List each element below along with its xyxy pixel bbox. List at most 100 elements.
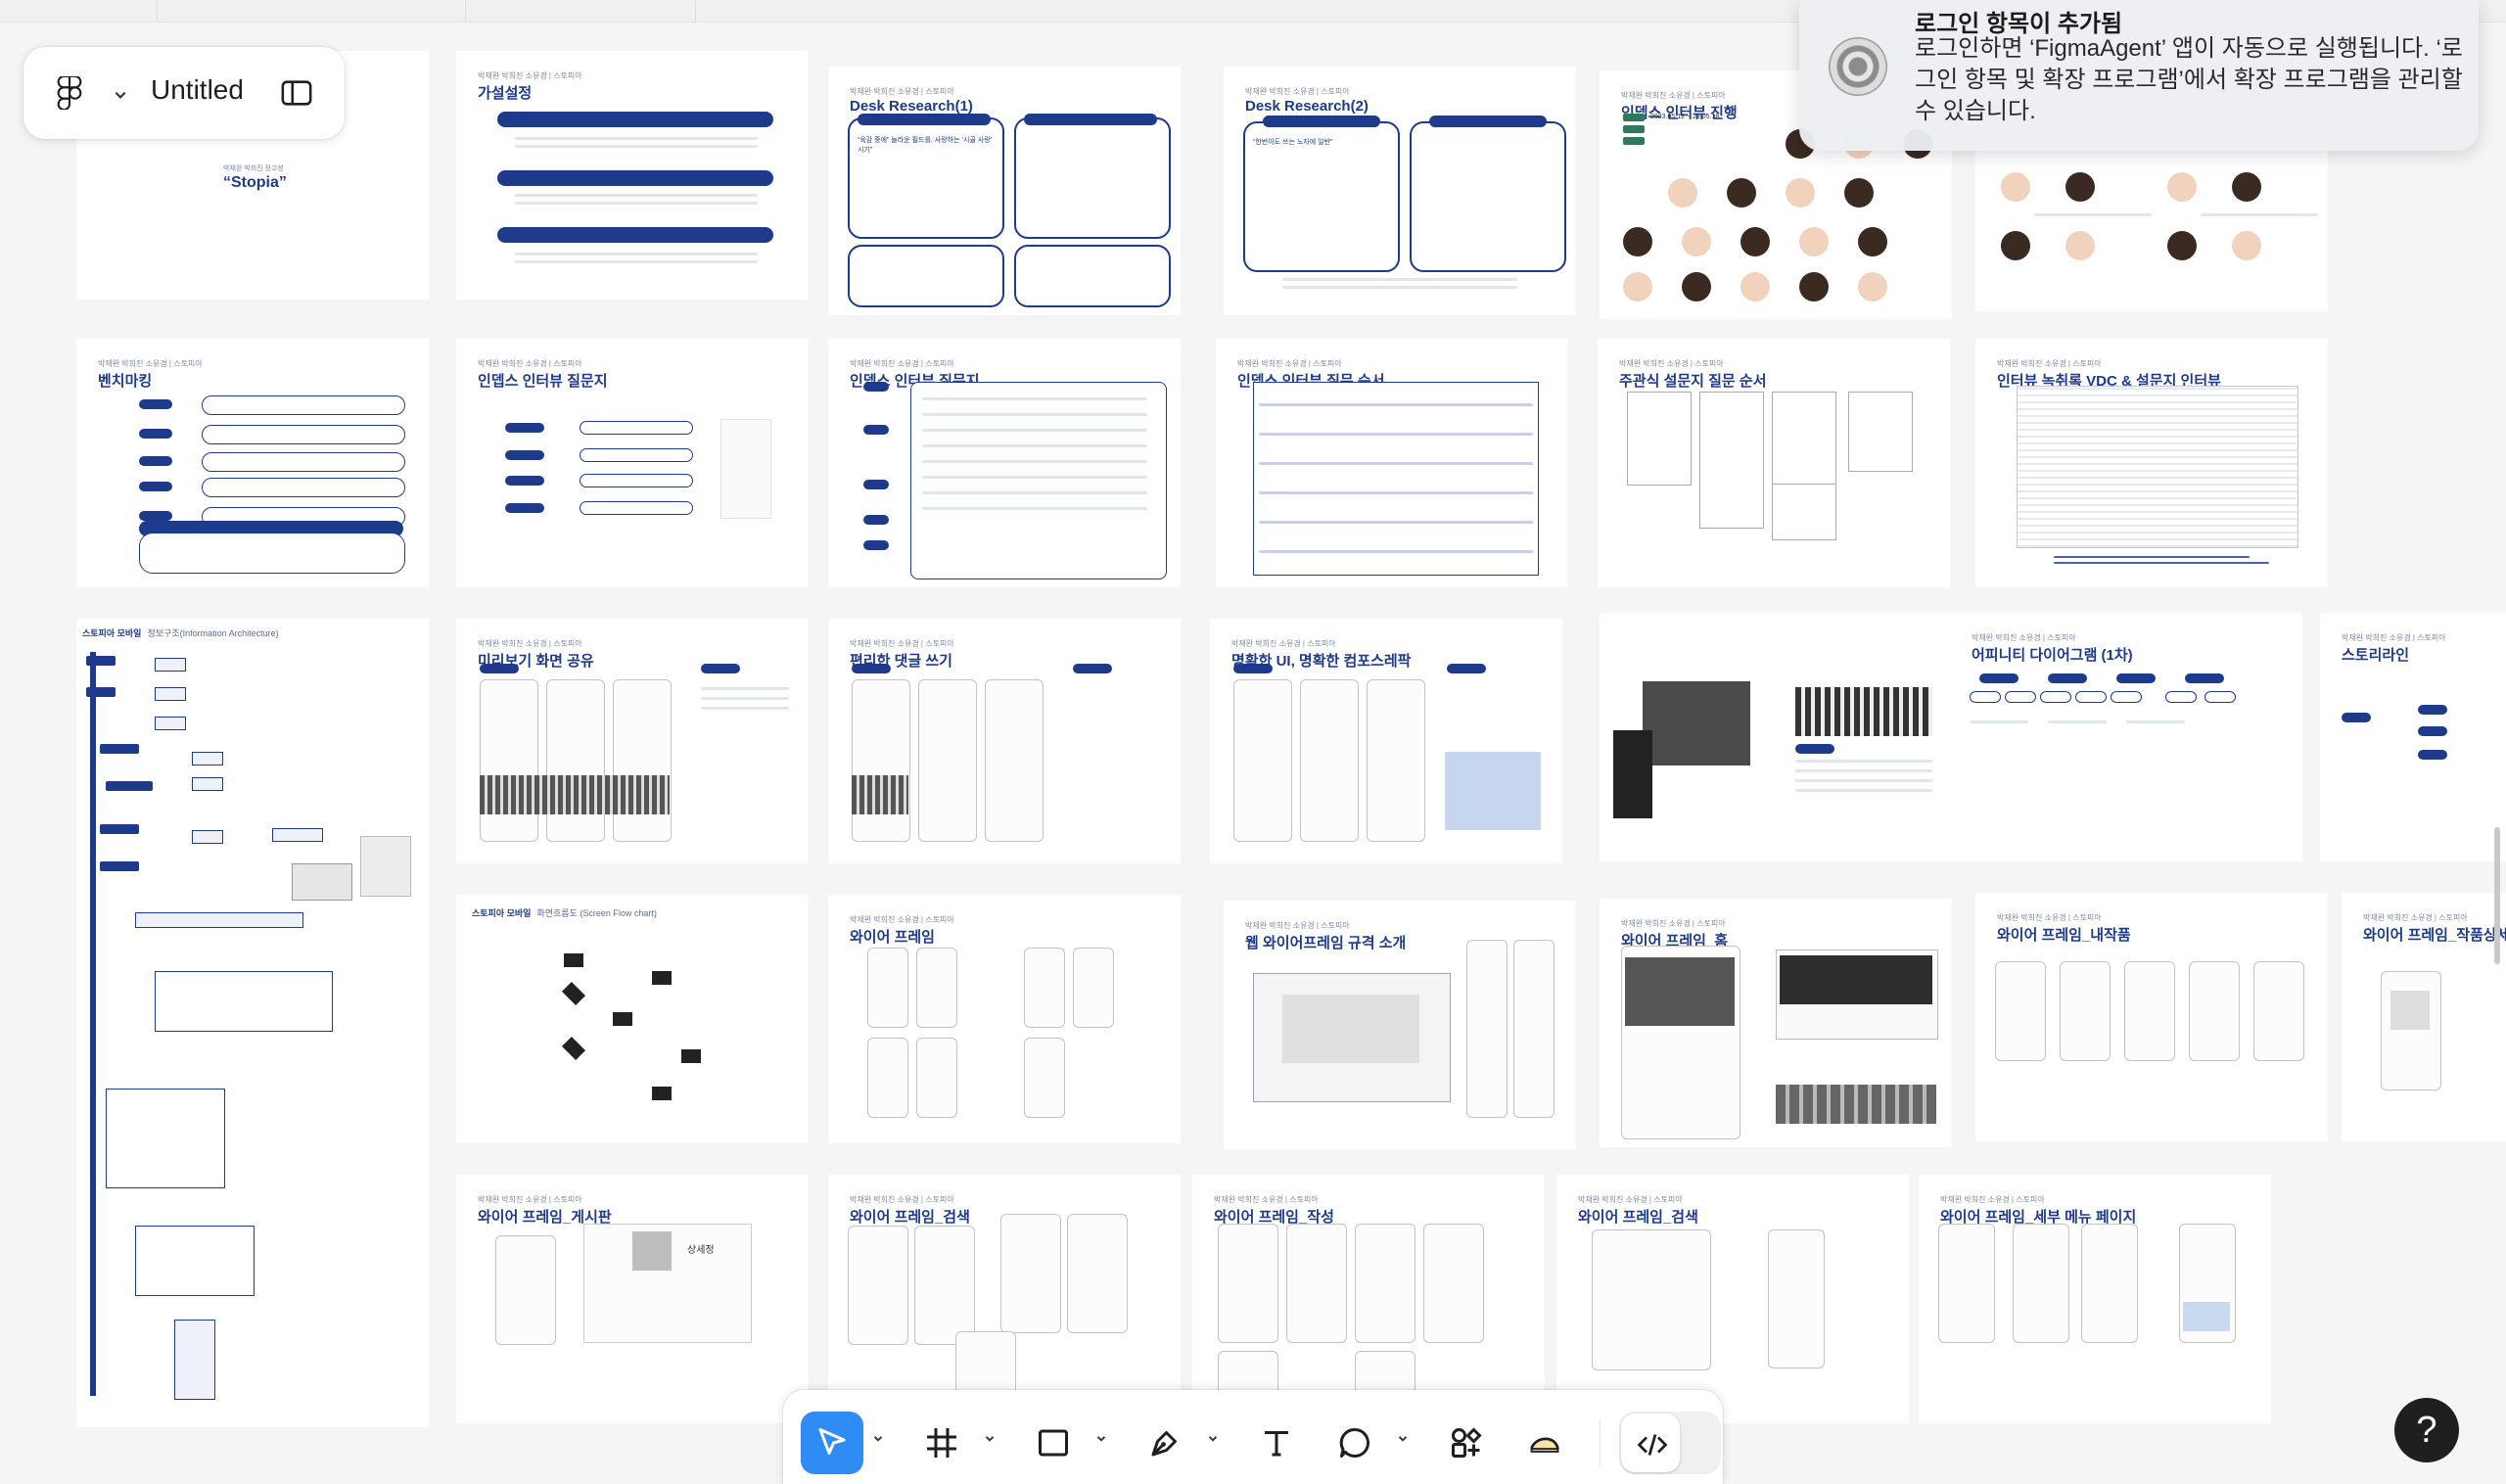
figma-logo-icon[interactable] <box>53 76 86 110</box>
slide-breadcrumb: 박재완 박희진 소유경 | 스토피아 <box>478 639 582 648</box>
slide-breadcrumb: 박재완 박희진 소유경 | 스토피아 <box>850 1195 954 1204</box>
slide-affinity-diagram[interactable]: 박재완 박희진 소유경 | 스토피아 어피니티 다이어그램 (1차) <box>1950 613 2302 861</box>
slide-title: 벤치마킹 <box>98 373 153 390</box>
chevron-down-icon[interactable] <box>983 1431 997 1445</box>
slide-breadcrumb: 박재완 박희진 소유경 | 스토피아 <box>850 359 954 368</box>
slide-clear-ui[interactable]: 박재완 박희진 소유경 | 스토피아 명확한 UI, 명확한 컴포스레팍 <box>1210 619 1562 863</box>
slide-wireframe-write[interactable]: 박재완 박희진 소유경 | 스토피아 와이어 프레임_작성 <box>1192 1175 1545 1423</box>
slide-wireframe-search[interactable]: 박재완 박희진 소유경 | 스토피아 와이어 프레임_검색 <box>828 1175 1181 1423</box>
slide-wireframe-home[interactable]: 박재완 박희진 소유경 | 스토피아 와이어 프레임_홈 <box>1600 899 1952 1147</box>
slide-breadcrumb: 박재완 박희진 소유경 | 스토피아 <box>1621 919 1726 928</box>
slide-wireframe-my-works[interactable]: 박재완 박희진 소유경 | 스토피아 와이어 프레임_내작품 <box>1975 893 2328 1141</box>
detail-label: 상세정 <box>687 1245 715 1256</box>
slide-title: Desk Research(1) <box>850 98 973 115</box>
slide-breadcrumb: 박재완 박희진 소유경 | 스토피아 <box>1997 913 2102 922</box>
slide-title: 와이어 프레임_검색 <box>850 1209 970 1226</box>
code-brackets-icon <box>1637 1434 1668 1456</box>
dev-mode-toggle[interactable] <box>1619 1412 1721 1474</box>
slide-title: 와이어 프레임_검색 <box>1578 1209 1698 1226</box>
slide-interview-vdc[interactable]: 박재완 박희진 소유경 | 스토피아 인터뷰 녹취록 VDC & 설문지 인터뷰 <box>1975 339 2328 587</box>
interview-date: 2023.05.12 ~ 23.05.18 <box>1650 114 1720 120</box>
quote-text: “육감 중에” 놀라운 필드를, 사랑하는 ‘시골 사랑’ 시기” <box>858 137 993 154</box>
slide-interview-questions-1[interactable]: 박재완 박희진 소유경 | 스토피아 인뎁스 인터뷰 질문지 <box>456 339 809 587</box>
slide-breadcrumb: 박재완 박희진 소유경 | 스토피아 <box>2342 633 2446 642</box>
draw-brush-icon <box>1530 1437 1559 1453</box>
chevron-down-icon[interactable] <box>114 88 127 102</box>
chevron-down-icon[interactable] <box>1396 1431 1410 1445</box>
slide-breadcrumb: 박재완 박희진 소유경 | 스토피아 <box>1621 91 1726 100</box>
slide-web-wireframe-spec[interactable]: 박재완 박희진 소유경 | 스토피아 웹 와이어프레임 규격 소개 <box>1224 901 1576 1149</box>
slide-breadcrumb: 박재완 박희진 소유경 | 스토피아 <box>850 87 954 96</box>
actions-tool-button[interactable] <box>1435 1412 1498 1474</box>
slide-breadcrumb: 박재완 박희진 소유경 | 스토피아 <box>850 639 954 648</box>
cursor-arrow-icon <box>818 1428 846 1455</box>
slide-title: 와이어 프레임 <box>850 929 935 946</box>
frame-tool-button[interactable] <box>910 1412 973 1474</box>
chevron-down-icon[interactable] <box>871 1431 885 1445</box>
notification-body: 로그인하면 ‘FigmaAgent’ 앱이 자동으로 실행됩니다. ‘로그인 항… <box>1915 35 2463 124</box>
slide-breadcrumb: 박재완 박희진 소유경 | 스토피아 <box>478 1195 582 1204</box>
slide-wireframe-board[interactable]: 박재완 박희진 소유경 | 스토피아 와이어 프레임_게시판 상세정 <box>456 1175 809 1423</box>
figma-canvas[interactable]: 박재완 박희진 정고성 “Stopia” 박재완 박희진 소유경 | 스토피아 … <box>0 0 2506 1484</box>
slide-breadcrumb: 박재완 박희진 소유경 | 스토피아 <box>1245 921 1350 930</box>
slide-title: 주관식 설문지 질문 순서 <box>1619 373 1767 390</box>
slide-wireframe-detail[interactable]: 박재완 박희진 소유경 | 스토피아 와이어 프레임_작품상세 <box>2342 893 2506 1141</box>
file-menu-pill[interactable]: Untitled <box>23 47 345 139</box>
dev-mode-knob <box>1621 1414 1680 1472</box>
toolbar-divider <box>1600 1419 1601 1466</box>
slide-title: 어피니티 다이어그램 (1차) <box>1972 647 2133 664</box>
chevron-down-icon[interactable] <box>1206 1431 1220 1445</box>
slide-title: 와이어 프레임_작품상세 <box>2363 927 2506 944</box>
system-notification[interactable]: 로그인 항목이 추가됨 로그인하면 ‘FigmaAgent’ 앱이 자동으로 실… <box>1799 0 2479 151</box>
cover-title: “Stopia” <box>223 174 287 191</box>
move-tool-button[interactable] <box>801 1412 863 1474</box>
comment-bubble-icon <box>1339 1427 1370 1458</box>
rectangle-tool-button[interactable] <box>1022 1412 1085 1474</box>
help-button[interactable]: ? <box>2394 1398 2459 1462</box>
slide-desk-research-1[interactable]: 박재완 박희진 소유경 | 스토피아 Desk Research(1) “육감 … <box>828 67 1181 315</box>
slide-breadcrumb: 박재완 박희진 소유경 | 스토피아 <box>1997 359 2102 368</box>
slide-breadcrumb: 박재완 박희진 소유경 | 스토피아 <box>1972 633 2076 642</box>
draw-tool-button[interactable] <box>1513 1412 1576 1474</box>
slide-wireframe-search-2[interactable]: 박재완 박희진 소유경 | 스토피아 와이어 프레임_검색 <box>1556 1175 1909 1423</box>
slide-preview-share[interactable]: 박재완 박희진 소유경 | 스토피아 미리보기 화면 공유 <box>456 619 809 863</box>
slide-hypothesis[interactable]: 박재완 박희진 소유경 | 스토피아 가설설정 <box>456 51 809 300</box>
slide-benchmarking[interactable]: 박재완 박희진 소유경 | 스토피아 벤치마킹 <box>76 339 429 587</box>
slide-breadcrumb: 박재완 박희진 소유경 | 스토피아 <box>1214 1195 1319 1204</box>
pen-tool-button[interactable] <box>1134 1412 1196 1474</box>
file-name[interactable]: Untitled <box>151 74 244 106</box>
slide-storyline[interactable]: 박재완 박희진 소유경 | 스토피아 스토리라인 <box>2320 613 2506 861</box>
slide-survey-order[interactable]: 박재완 박희진 소유경 | 스토피아 주관식 설문지 질문 순서 <box>1598 339 1950 587</box>
settings-gear-icon <box>1829 37 1887 96</box>
bottom-toolbar <box>783 1390 1723 1484</box>
chevron-down-icon[interactable] <box>1094 1431 1108 1445</box>
slide-interview-questions-2[interactable]: 박재완 박희진 소유경 | 스토피아 인뎁스 인터뷰 질문지 <box>828 339 1181 587</box>
slide-wireframe-submenu[interactable]: 박재완 박희진 소유경 | 스토피아 와이어 프레임_세부 메뉴 페이지 <box>1919 1175 2271 1423</box>
slide-breadcrumb: 박재완 박희진 소유경 | 스토피아 <box>478 359 582 368</box>
slide-title: 스토리라인 <box>2342 647 2410 664</box>
text-tool-button[interactable] <box>1245 1412 1308 1474</box>
slide-title: 가설설정 <box>478 85 533 102</box>
slide-information-architecture[interactable]: 스토피아 모바일 정보구조(Information Architecture) <box>76 619 429 1427</box>
text-t-icon <box>1265 1431 1288 1457</box>
slide-breadcrumb: 박재완 박희진 소유경 | 스토피아 <box>1619 359 1724 368</box>
pen-nib-icon <box>1151 1431 1177 1457</box>
comment-tool-button[interactable] <box>1323 1412 1386 1474</box>
sidebar-toggle-icon[interactable] <box>280 76 313 110</box>
slide-breadcrumb: 박재완 박희진 소유경 | 스토피아 <box>1231 639 1336 648</box>
slide-breadcrumb: 박재완 박희진 소유경 | 스토피아 <box>98 359 203 368</box>
slide-screen-flow[interactable]: 스토피아 모바일 화면흐름도 (Screen Flow chart) <box>456 895 809 1143</box>
rectangle-icon <box>1039 1429 1068 1457</box>
slide-breadcrumb: 박재완 박희진 소유경 | 스토피아 <box>1940 1195 2045 1204</box>
slide-breadcrumb: 박재완 박희진 소유경 | 스토피아 <box>1578 1195 1683 1204</box>
quote-text: “한번이도 쓰는 노자에 일반” <box>1253 139 1333 146</box>
slide-home-screen-analysis[interactable] <box>1600 613 1952 861</box>
canvas-vertical-scrollbar[interactable] <box>2494 827 2500 964</box>
slide-easy-comment[interactable]: 박재완 박희진 소유경 | 스토피아 편리한 댓글 쓰기 <box>828 619 1181 863</box>
slide-title: 스토피아 모바일 화면흐름도 (Screen Flow chart) <box>472 908 657 918</box>
slide-interview-personas[interactable] <box>1975 137 2328 311</box>
slide-breadcrumb: 박재완 박희진 소유경 | 스토피아 <box>478 71 582 80</box>
slide-desk-research-2[interactable]: 박재완 박희진 소유경 | 스토피아 Desk Research(2) “한번이… <box>1224 67 1576 315</box>
slide-interview-order[interactable]: 박재완 박희진 소유경 | 스토피아 인뎁스 인터뷰 질문 순서 <box>1216 339 1568 587</box>
slide-wireframe[interactable]: 박재완 박희진 소유경 | 스토피아 와이어 프레임 <box>828 895 1181 1143</box>
